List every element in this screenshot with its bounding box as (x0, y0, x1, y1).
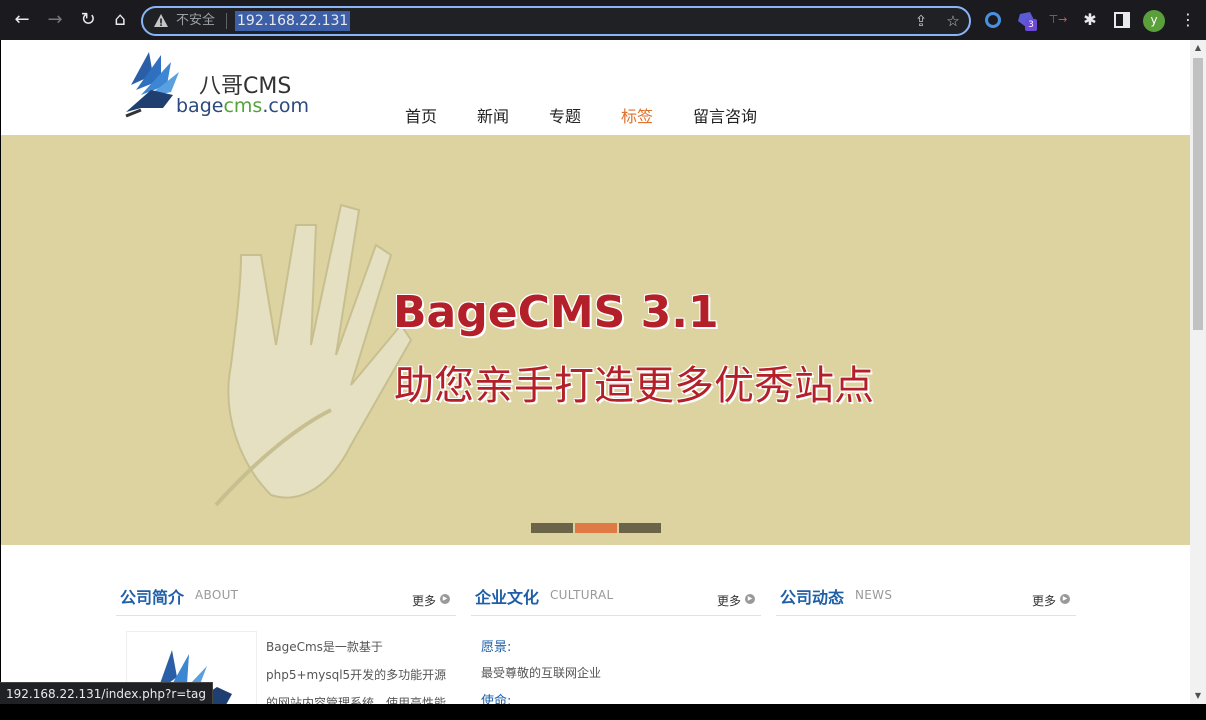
circle-ext-icon[interactable] (983, 10, 1003, 30)
section-title: 公司动态 (780, 588, 845, 607)
menu-kebab-icon[interactable]: ⋮ (1178, 10, 1198, 30)
more-link[interactable]: 更多 (717, 592, 741, 609)
banner-subtitle: 助您亲手打造更多优秀站点 (394, 363, 874, 409)
share-icon[interactable]: ⇪ (911, 11, 931, 31)
window-bottom-edge (0, 704, 1206, 720)
section-subtitle: CULTURAL (550, 588, 614, 602)
section-header: 公司简介 ABOUT 更多 ▶ (116, 580, 456, 616)
address-bar[interactable]: 不安全 192.168.22.131 ⇪ ☆ (141, 6, 971, 36)
link-status-bar: 192.168.22.131/index.php?r=tag (0, 682, 213, 704)
scroll-up-icon[interactable]: ▲ (1190, 40, 1206, 56)
section-title: 企业文化 (475, 588, 540, 607)
vision-text: 最受尊敬的互联网企业 (481, 666, 602, 680)
more-arrow-icon[interactable]: ▶ (440, 594, 450, 604)
puzzle-ext-icon[interactable]: ✱ (1080, 10, 1100, 30)
nav-home[interactable]: 首页 (405, 103, 437, 127)
about-line: BageCms是一款基于 (266, 640, 383, 654)
url-text[interactable]: 192.168.22.131 (235, 11, 351, 31)
warning-icon[interactable] (153, 12, 169, 30)
section-header: 公司动态 NEWS 更多 ▶ (776, 580, 1076, 616)
logo-en-part: .com (262, 95, 309, 117)
scrollbar-thumb[interactable] (1193, 58, 1203, 330)
scroll-down-icon[interactable]: ▼ (1190, 688, 1206, 704)
bookmark-star-icon[interactable]: ☆ (943, 11, 963, 31)
profile-avatar[interactable]: y (1143, 10, 1165, 32)
divider (226, 13, 227, 29)
more-link[interactable]: 更多 (412, 592, 436, 609)
logo-en-part: cms (223, 95, 263, 117)
section-subtitle: ABOUT (195, 588, 239, 602)
vision-label: 愿景: (481, 640, 512, 655)
nav-news[interactable]: 新闻 (477, 103, 509, 127)
section-header: 企业文化 CULTURAL 更多 ▶ (471, 580, 761, 616)
ext-badge: 3 (1025, 19, 1037, 31)
logo-text-en[interactable]: bagecms.com (176, 95, 309, 117)
hand-bird-graphic (214, 203, 413, 507)
web-page: 八哥CMS bagecms.com 首页 新闻 专题 标签 留言咨询 BageC… (1, 40, 1190, 720)
logo-en-part: bage (176, 95, 224, 117)
about-line: php5+mysql5开发的多功能开源 (266, 668, 447, 682)
hero-banner[interactable]: BageCMS 3.1 助您亲手打造更多优秀站点 (1, 135, 1190, 545)
not-secure-label[interactable]: 不安全 (176, 12, 215, 30)
nav-topics[interactable]: 专题 (549, 103, 581, 127)
home-button[interactable]: ⌂ (108, 8, 132, 32)
nav-guestbook[interactable]: 留言咨询 (693, 103, 757, 127)
back-button[interactable]: ← (10, 8, 34, 32)
slide-indicator-2[interactable] (575, 523, 617, 533)
more-arrow-icon[interactable]: ▶ (1060, 594, 1070, 604)
gem-ext-icon[interactable]: 3 (1016, 10, 1037, 31)
translate-ext-icon[interactable]: ⊤→ (1048, 10, 1068, 30)
slide-indicator-3[interactable] (619, 523, 661, 533)
sidepanel-icon[interactable] (1112, 10, 1132, 30)
section-subtitle: NEWS (855, 588, 893, 602)
more-arrow-icon[interactable]: ▶ (745, 594, 755, 604)
banner-title: BageCMS 3.1 (393, 287, 719, 338)
reload-button[interactable]: ↻ (76, 8, 100, 32)
section-title: 公司简介 (120, 588, 185, 607)
nav-tags[interactable]: 标签 (621, 103, 653, 127)
more-link[interactable]: 更多 (1032, 592, 1056, 609)
slide-indicator-1[interactable] (531, 523, 573, 533)
browser-toolbar: ← → ↻ ⌂ 不安全 192.168.22.131 ⇪ ☆ 3 ⊤→ ✱ y … (0, 0, 1206, 40)
forward-button[interactable]: → (43, 8, 67, 32)
